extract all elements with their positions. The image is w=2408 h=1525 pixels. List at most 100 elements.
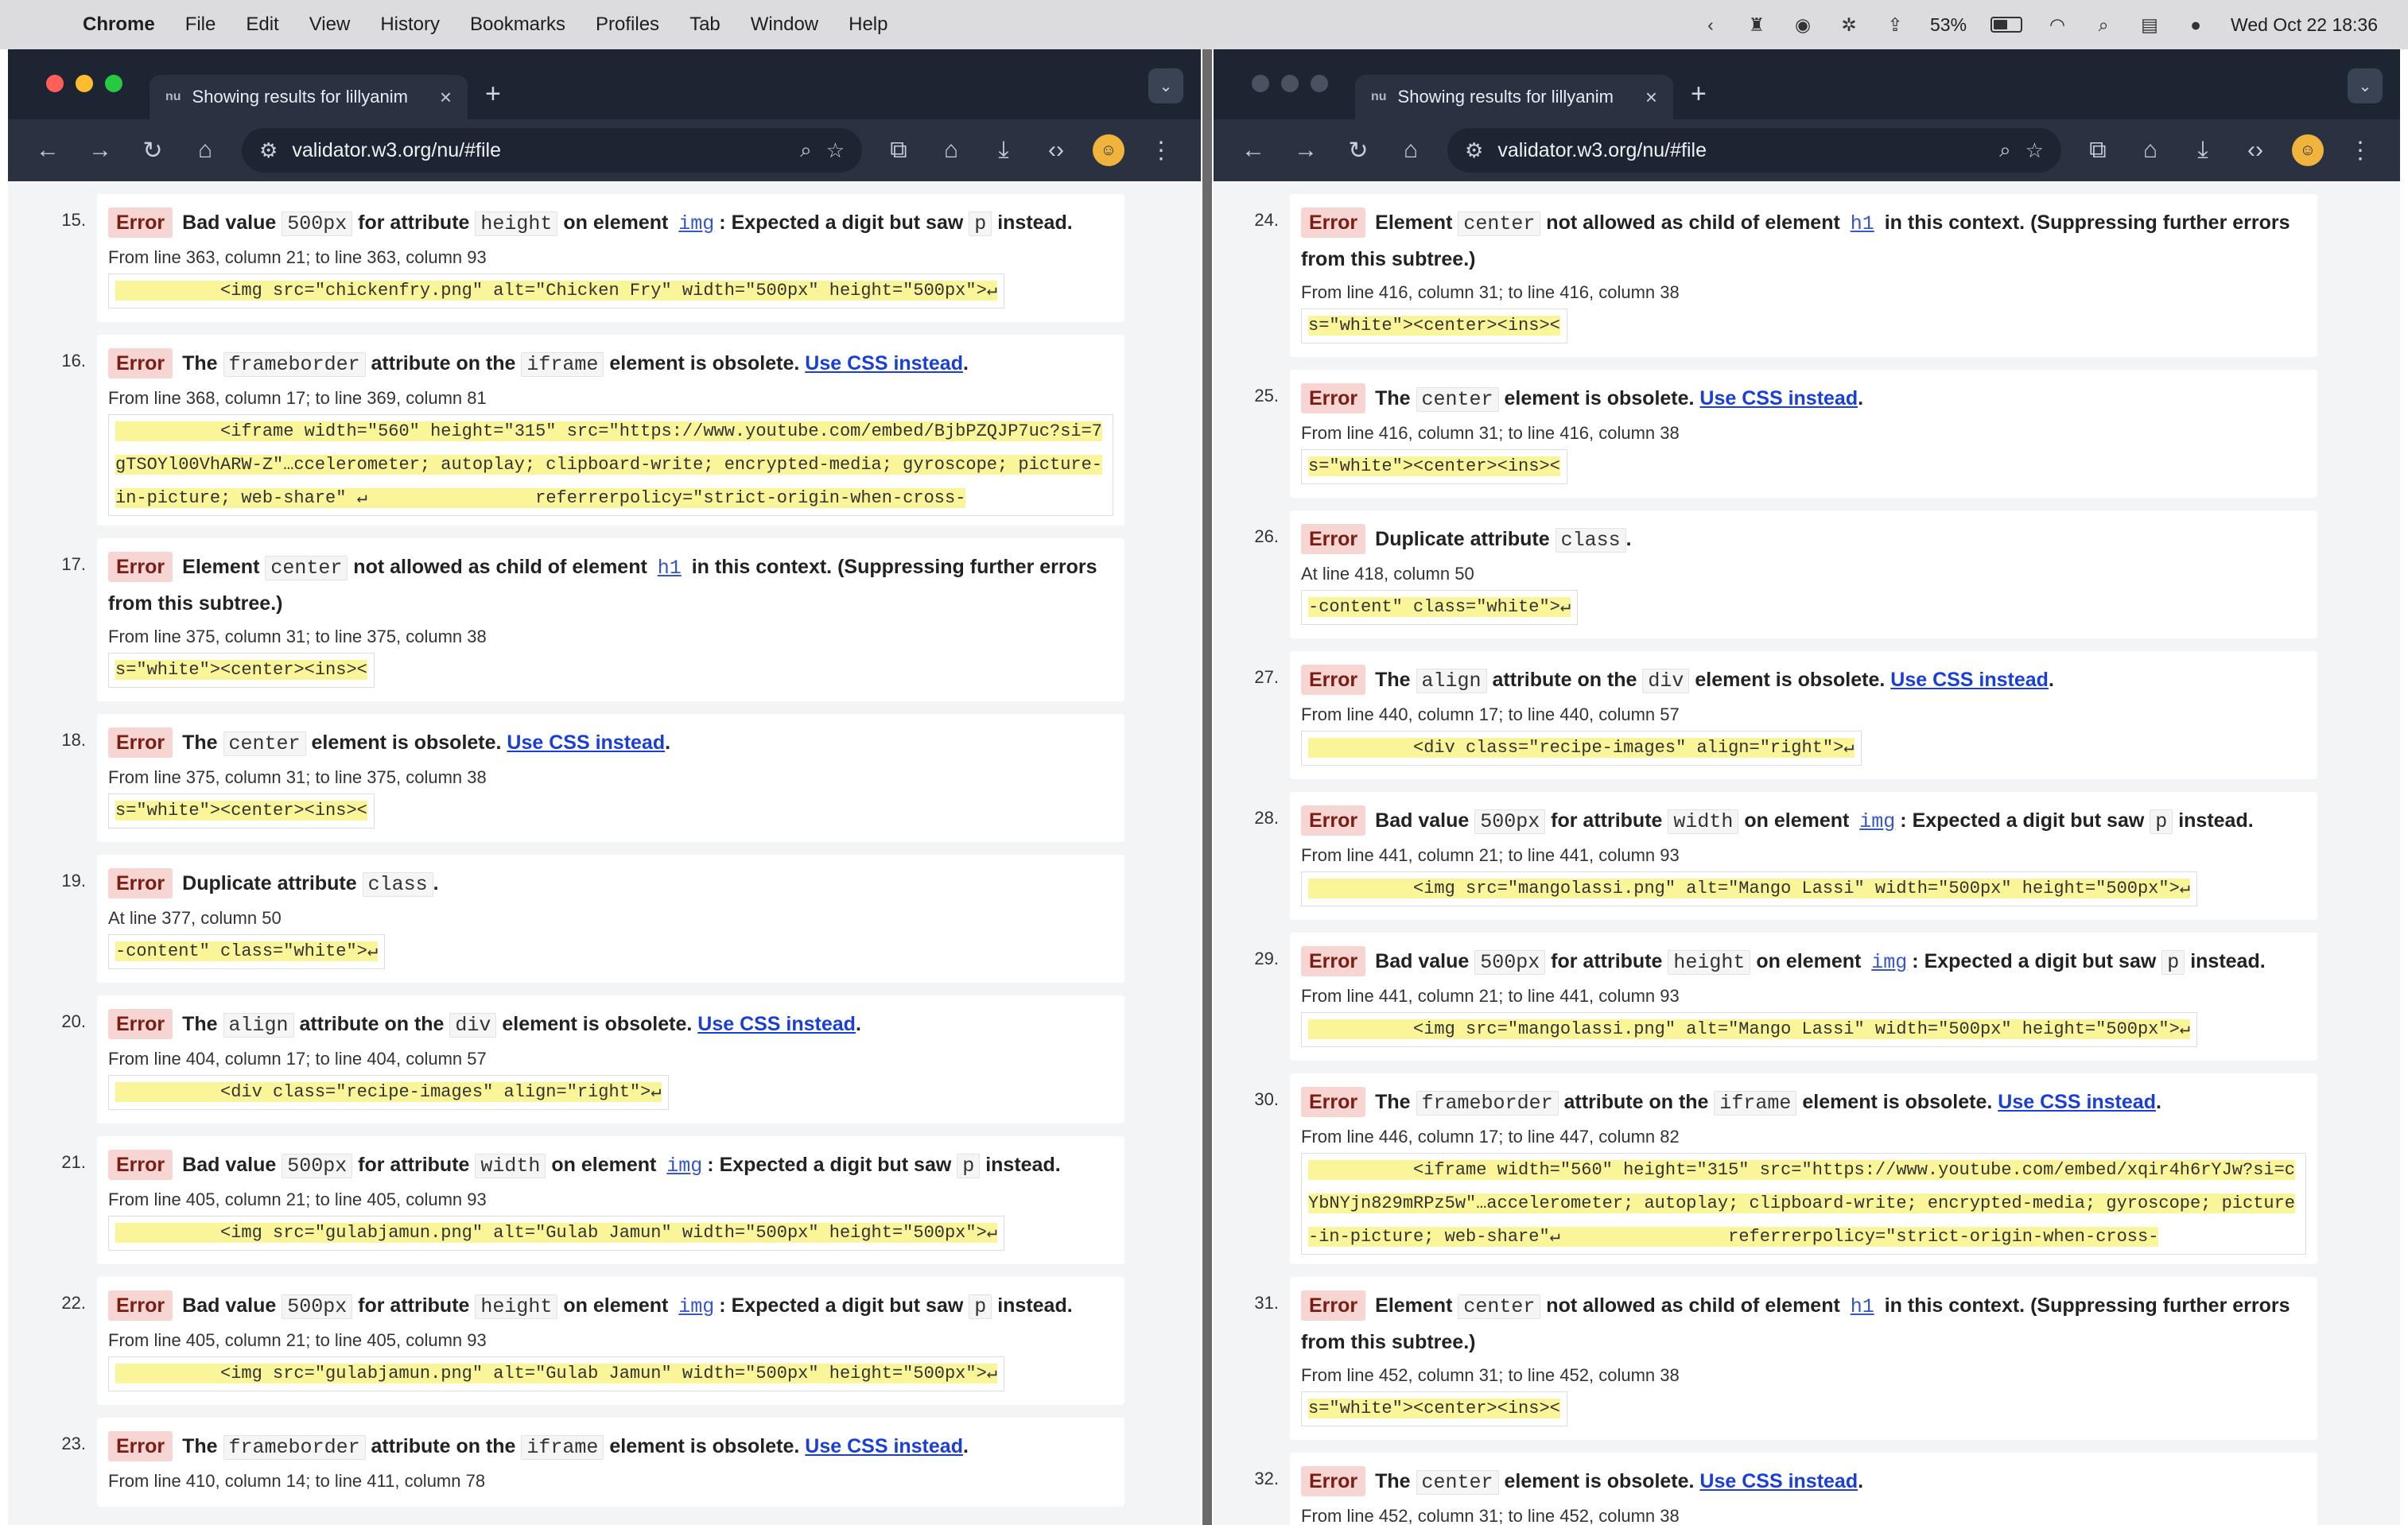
address-bar[interactable]: ⚙ validator.w3.org/nu/#file ⌕ ☆ (242, 128, 862, 173)
address-bar[interactable]: ⚙ validator.w3.org/nu/#file ⌕ ☆ (1447, 128, 2061, 173)
profile-avatar[interactable]: ☺ (2292, 134, 2324, 166)
minimize-window-button[interactable] (76, 75, 93, 92)
extension-icon[interactable]: ⧉ (883, 137, 915, 164)
battery-icon[interactable] (1990, 17, 2023, 33)
more-menu-icon[interactable]: ⋮ (2344, 137, 2376, 165)
browser-window-right: nu Showing results for lillyanim × + ⌄ ←… (1214, 49, 2400, 1525)
message-number: 32. (1254, 1469, 1279, 1488)
new-tab-icon[interactable]: + (485, 79, 501, 110)
search-icon[interactable]: ⌕ (2092, 14, 2115, 35)
code-token[interactable]: h1 (653, 557, 686, 580)
menu-window[interactable]: Window (751, 14, 818, 36)
use-css-instead-link[interactable]: Use CSS instead (1890, 669, 2049, 691)
use-css-instead-link[interactable]: Use CSS instead (507, 731, 665, 754)
close-tab-icon[interactable]: × (1645, 85, 1657, 110)
forward-icon[interactable]: → (84, 137, 116, 164)
code-token[interactable]: h1 (1846, 1295, 1879, 1318)
code-token[interactable]: img (674, 1295, 719, 1318)
message-fragment: Element (1375, 1294, 1458, 1317)
menu-history[interactable]: History (380, 14, 440, 36)
profile-avatar[interactable]: ☺ (1093, 134, 1124, 166)
minimize-window-button[interactable] (1281, 75, 1299, 92)
download-icon[interactable]: ⤓ (988, 137, 1020, 164)
devtools-icon[interactable]: ‹› (2239, 137, 2271, 164)
tab-validator[interactable]: nu Showing results for lillyanim × (150, 75, 468, 119)
menu-edit[interactable]: Edit (246, 14, 278, 36)
home-icon[interactable]: ⌂ (1395, 137, 1427, 164)
zoom-window-button[interactable] (1311, 75, 1328, 92)
site-info-icon[interactable]: ⚙ (259, 138, 278, 163)
code-token[interactable]: h1 (1846, 212, 1879, 235)
forward-icon[interactable]: → (1290, 137, 1322, 164)
incognito-icon[interactable]: ⌂ (2134, 137, 2166, 164)
source-extract: -content" class="white">↵ (1301, 590, 1579, 625)
code-token[interactable]: img (674, 212, 719, 235)
source-extract: -content" class="white">↵ (108, 934, 386, 969)
use-css-instead-link[interactable]: Use CSS instead (1699, 387, 1858, 409)
source-location: From line 404, column 17; to line 404, c… (108, 1049, 487, 1069)
shirt-icon[interactable]: ♜ (1746, 14, 1768, 35)
reload-icon[interactable]: ↻ (1342, 137, 1374, 165)
code-token: 500px (282, 1154, 353, 1178)
bookmark-star-icon[interactable]: ☆ (2025, 138, 2044, 163)
message-fragment: The (182, 352, 223, 374)
site-info-icon[interactable]: ⚙ (1465, 138, 1483, 163)
more-menu-icon[interactable]: ⋮ (1145, 137, 1177, 165)
use-css-instead-link[interactable]: Use CSS instead (1998, 1091, 2156, 1113)
chevron-left-icon[interactable]: ‹ (1699, 14, 1722, 35)
url-text[interactable]: validator.w3.org/nu/#file (292, 139, 786, 162)
close-window-button[interactable] (46, 75, 64, 92)
close-window-button[interactable] (1252, 75, 1269, 92)
extension-icon[interactable]: ⧉ (2082, 137, 2114, 164)
message-text: Error The frameborder attribute on the if… (108, 346, 1113, 382)
code-token: height (475, 211, 558, 236)
url-text[interactable]: validator.w3.org/nu/#file (1497, 139, 1985, 162)
upload-icon[interactable]: ⇪ (1884, 14, 1906, 35)
code-token[interactable]: img (1855, 810, 1900, 833)
new-tab-icon[interactable]: + (1691, 79, 1707, 110)
zoom-window-button[interactable] (105, 75, 122, 92)
incognito-icon[interactable]: ⌂ (935, 137, 967, 164)
menu-bookmarks[interactable]: Bookmarks (470, 14, 565, 36)
menu-view[interactable]: View (309, 14, 351, 36)
close-tab-icon[interactable]: × (440, 85, 452, 110)
use-css-instead-link[interactable]: Use CSS instead (805, 352, 963, 374)
bookmark-star-icon[interactable]: ☆ (826, 138, 845, 163)
message-fragment: : Expected a digit but saw (719, 1294, 969, 1317)
tab-search-icon[interactable]: ⌄ (2348, 68, 2383, 103)
highlighted-code: -content" class="white">↵ (1308, 597, 1571, 617)
siri-icon[interactable]: ● (2185, 14, 2207, 35)
gear-icon[interactable]: ✲ (1838, 14, 1860, 35)
play-circle-icon[interactable]: ◉ (1792, 14, 1814, 35)
error-badge: Error (1301, 383, 1366, 413)
devtools-icon[interactable]: ‹› (1040, 137, 1072, 164)
menu-help[interactable]: Help (849, 14, 887, 36)
zoom-icon[interactable]: ⌕ (1999, 138, 2011, 163)
back-icon[interactable]: ← (32, 137, 64, 164)
code-token: p (2150, 809, 2173, 834)
source-location: From line 452, column 31; to line 452, c… (1301, 1506, 1680, 1525)
apple-icon[interactable] (35, 14, 52, 35)
tab-validator[interactable]: nu Showing results for lillyanim × (1355, 75, 1673, 119)
code-token[interactable]: img (662, 1154, 707, 1178)
wifi-icon[interactable]: ◠ (2046, 14, 2068, 35)
menu-profiles[interactable]: Profiles (596, 14, 659, 36)
control-center-icon[interactable]: ▤ (2138, 14, 2161, 35)
menu-file[interactable]: File (185, 14, 216, 36)
menu-chrome[interactable]: Chrome (83, 14, 155, 36)
use-css-instead-link[interactable]: Use CSS instead (1699, 1470, 1858, 1492)
home-icon[interactable]: ⌂ (189, 137, 221, 164)
menu-tab[interactable]: Tab (689, 14, 720, 36)
nu-favicon-icon: nu (165, 90, 181, 103)
back-icon[interactable]: ← (1237, 137, 1269, 164)
message-text: Error Bad value 500px for attribute width… (1301, 803, 2306, 840)
reload-icon[interactable]: ↻ (137, 137, 169, 165)
tab-search-icon[interactable]: ⌄ (1148, 68, 1183, 103)
use-css-instead-link[interactable]: Use CSS instead (805, 1435, 963, 1457)
message-card: Error The center element is obsolete. Use… (97, 714, 1124, 842)
code-token: frameborder (1416, 1091, 1559, 1116)
zoom-icon[interactable]: ⌕ (800, 138, 812, 163)
code-token[interactable]: img (1866, 951, 1912, 974)
download-icon[interactable]: ⤓ (2187, 137, 2219, 164)
use-css-instead-link[interactable]: Use CSS instead (697, 1013, 856, 1035)
